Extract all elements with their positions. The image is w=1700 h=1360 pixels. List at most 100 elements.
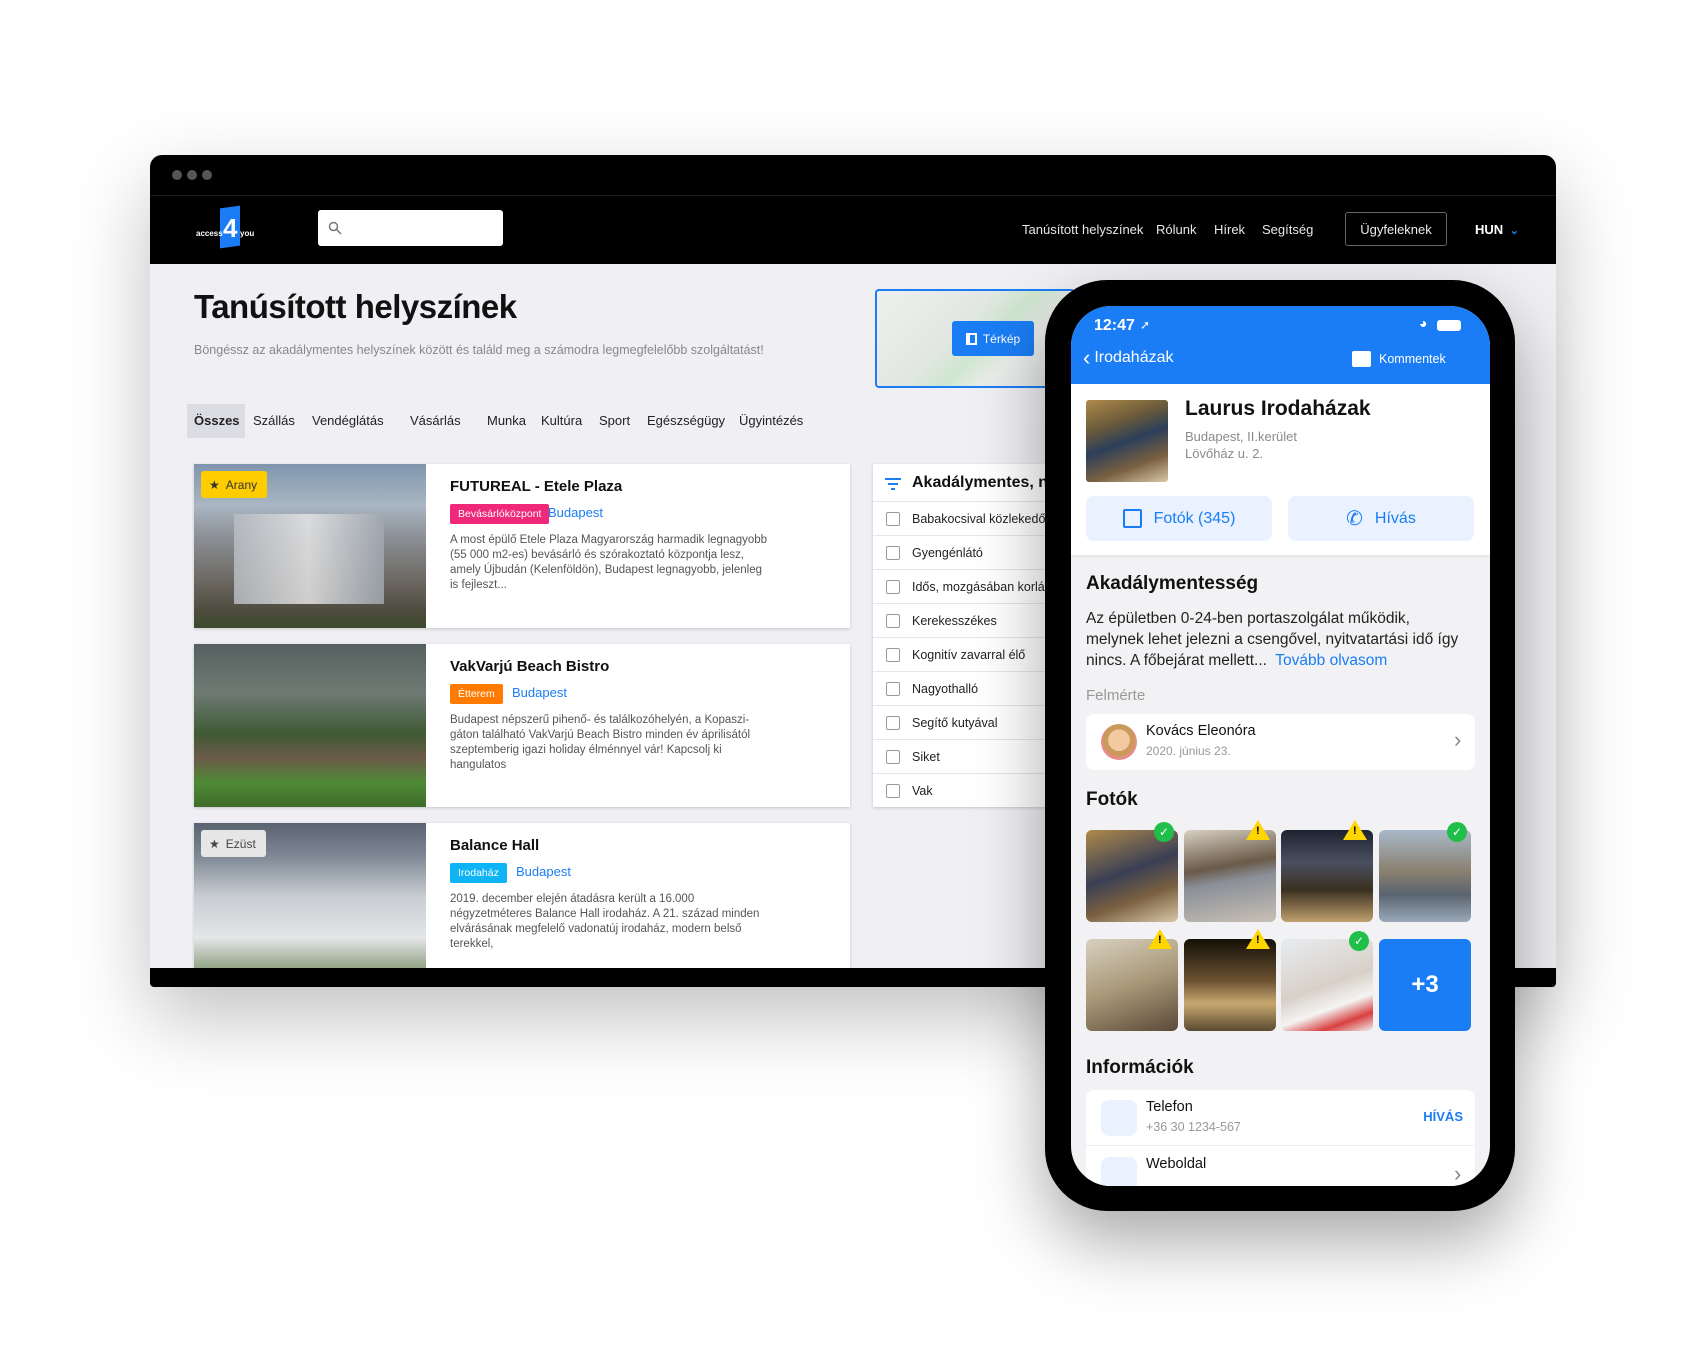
battery-icon xyxy=(1437,320,1461,331)
nav-link-help[interactable]: Segítség xyxy=(1262,222,1313,237)
photo-thumbnail[interactable]: ! xyxy=(1281,820,1373,922)
filter-option[interactable]: Gyengénlátó xyxy=(873,535,1073,569)
phone-icon: ✆ xyxy=(1346,508,1363,530)
photo-thumbnail[interactable]: ! xyxy=(1184,820,1276,922)
verified-check-icon: ✓ xyxy=(1154,822,1174,842)
place-card[interactable]: ★ Ezüst Balance Hall Irodaház Budapest 20… xyxy=(194,823,850,987)
photos-button[interactable]: Fotók (345) xyxy=(1086,496,1272,541)
place-address: Lövőház u. 2. xyxy=(1185,446,1264,461)
call-button[interactable]: ✆ Hívás xyxy=(1288,496,1474,541)
place-title[interactable]: VakVarjú Beach Bistro xyxy=(450,658,609,675)
filter-option[interactable]: Kerekesszékes xyxy=(873,603,1073,637)
filter-option[interactable]: Siket xyxy=(873,739,1073,773)
category-tag: Étterem xyxy=(450,684,503,704)
checkbox[interactable] xyxy=(886,614,900,628)
surveyor-row[interactable]: Kovács Eleonóra 2020. június 23. › xyxy=(1086,714,1475,770)
checkbox[interactable] xyxy=(886,784,900,798)
chevron-left-icon: ‹ xyxy=(1083,345,1091,370)
info-value: +36 30 1234-567 xyxy=(1146,1120,1241,1134)
chevron-down-icon: ⌄ xyxy=(1509,225,1520,237)
filter-option[interactable]: Kognitív zavarral élő xyxy=(873,637,1073,671)
filter-title: Akadálymentes, n xyxy=(912,474,1049,491)
language-select[interactable]: HUN ⌄ xyxy=(1475,222,1519,237)
checkbox[interactable] xyxy=(886,648,900,662)
place-title[interactable]: FUTUREAL - Etele Plaza xyxy=(450,478,622,495)
comments-button[interactable]: Kommentek xyxy=(1352,351,1446,367)
place-card[interactable]: ★ Arany FUTUREAL - Etele Plaza Bevásárlók… xyxy=(194,464,850,628)
more-photos-button[interactable]: +3 xyxy=(1379,939,1471,1031)
filter-option[interactable]: Vak xyxy=(873,773,1073,807)
photo-thumbnail[interactable]: ✓ xyxy=(1379,822,1471,922)
tab-all[interactable]: Összes xyxy=(187,404,245,438)
app-header: 12:47 ➚ ◕ ‹ Irodaházak Kommentek xyxy=(1071,306,1490,384)
nav-link-about[interactable]: Rólunk xyxy=(1156,222,1196,237)
logo[interactable]: 4 access you xyxy=(196,205,260,249)
city-link[interactable]: Budapest xyxy=(516,864,571,879)
window-minimize-dot[interactable] xyxy=(187,170,197,180)
filter-option[interactable]: Nagyothalló xyxy=(873,671,1073,705)
checkbox[interactable] xyxy=(886,512,900,526)
nav-link-certified-places[interactable]: Tanúsított helyszínek xyxy=(1022,222,1143,237)
photos-heading: Fotók xyxy=(1086,789,1138,810)
search-input[interactable] xyxy=(318,210,503,246)
medal-badge-silver: ★ Ezüst xyxy=(201,830,266,857)
filter-option[interactable]: Segítő kutyával xyxy=(873,705,1073,739)
warning-icon: ! xyxy=(1246,820,1270,840)
tab-work[interactable]: Munka xyxy=(480,404,533,438)
checkbox[interactable] xyxy=(886,716,900,730)
photo-thumbnail[interactable]: ✓ xyxy=(1086,822,1178,922)
place-image: ★ Ezüst xyxy=(194,823,426,987)
clients-button[interactable]: Ügyfeleknek xyxy=(1345,212,1447,246)
globe-icon xyxy=(1101,1157,1137,1186)
search-icon xyxy=(328,221,342,235)
tab-culture[interactable]: Kultúra xyxy=(534,404,589,438)
filter-option[interactable]: Babakocsival közlekedő xyxy=(873,501,1073,535)
nav-link-news[interactable]: Hírek xyxy=(1214,222,1245,237)
warning-icon: ! xyxy=(1343,820,1367,840)
chevron-right-icon: › xyxy=(1454,1161,1462,1186)
place-district: Budapest, II.kerület xyxy=(1185,429,1298,444)
tab-hospitality[interactable]: Vendéglátás xyxy=(305,404,391,438)
read-more-link[interactable]: Tovább olvasom xyxy=(1275,652,1387,669)
photo-thumbnail[interactable]: ✓ xyxy=(1281,931,1373,1031)
place-card[interactable]: VakVarjú Beach Bistro Étterem Budapest B… xyxy=(194,644,850,807)
page-title: Tanúsított helyszínek xyxy=(194,288,517,325)
browser-titlebar xyxy=(150,155,1556,196)
photo-thumbnail[interactable]: ! xyxy=(1184,929,1276,1031)
city-link[interactable]: Budapest xyxy=(548,505,603,520)
place-image xyxy=(194,644,426,807)
place-title[interactable]: Balance Hall xyxy=(450,837,539,854)
photo-thumbnail[interactable]: ! xyxy=(1086,929,1178,1031)
page-subtitle: Böngéssz az akadálymentes helyszínek köz… xyxy=(194,343,764,357)
map-button[interactable]: Térkép xyxy=(952,321,1034,356)
info-row-phone[interactable]: Telefon +36 30 1234-567 HÍVÁS xyxy=(1086,1090,1475,1146)
info-row-website[interactable]: Weboldal › xyxy=(1086,1147,1475,1186)
city-link[interactable]: Budapest xyxy=(512,685,567,700)
gallery-icon xyxy=(1122,509,1142,528)
verified-check-icon: ✓ xyxy=(1447,822,1467,842)
more-photos-label: +3 xyxy=(1411,971,1439,998)
tab-health[interactable]: Egészségügy xyxy=(640,404,732,438)
logo-numeral: 4 xyxy=(223,213,238,243)
window-close-dot[interactable] xyxy=(172,170,182,180)
checkbox[interactable] xyxy=(886,750,900,764)
phone-icon xyxy=(1101,1100,1137,1136)
tab-accommodation[interactable]: Szállás xyxy=(246,404,302,438)
language-value: HUN xyxy=(1475,222,1504,237)
tab-sport[interactable]: Sport xyxy=(592,404,637,438)
call-action-link[interactable]: HÍVÁS xyxy=(1423,1109,1463,1124)
checkbox[interactable] xyxy=(886,580,900,594)
tab-administration[interactable]: Ügyintézés xyxy=(732,404,810,438)
clients-button-label: Ügyfeleknek xyxy=(1360,221,1432,237)
tab-shopping[interactable]: Vásárlás xyxy=(403,404,468,438)
filter-option-label: Nagyothalló xyxy=(912,682,979,696)
map-button-label: Térkép xyxy=(982,331,1021,346)
back-button[interactable]: ‹ Irodaházak xyxy=(1083,345,1174,370)
filter-option-label: Siket xyxy=(912,750,940,764)
window-maximize-dot[interactable] xyxy=(202,170,212,180)
info-label: Telefon xyxy=(1146,1099,1193,1115)
checkbox[interactable] xyxy=(886,546,900,560)
filter-option[interactable]: Idős, mozgásában korlátozott xyxy=(873,569,1073,603)
checkbox[interactable] xyxy=(886,682,900,696)
star-icon: ★ xyxy=(209,477,220,492)
